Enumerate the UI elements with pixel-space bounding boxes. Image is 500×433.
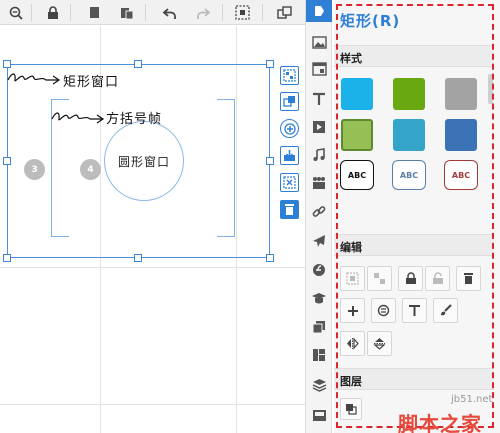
style-swatch[interactable] bbox=[390, 116, 428, 154]
inbox-tool-icon[interactable] bbox=[310, 406, 328, 424]
style-swatch[interactable]: ABC bbox=[338, 157, 376, 195]
style-swatch[interactable] bbox=[338, 75, 376, 113]
resize-handle-r[interactable] bbox=[266, 157, 274, 165]
lock-element-icon[interactable] bbox=[398, 266, 423, 291]
resize-handle-t[interactable] bbox=[134, 60, 142, 68]
image-tool-icon[interactable] bbox=[310, 33, 328, 51]
swatch-fill bbox=[445, 78, 477, 110]
brush-icon[interactable] bbox=[433, 298, 458, 323]
distribute-icon[interactable] bbox=[367, 266, 392, 291]
text-edit-icon[interactable] bbox=[402, 298, 427, 323]
delete-icon[interactable] bbox=[280, 200, 299, 219]
swatch-fill bbox=[341, 119, 373, 151]
import-icon[interactable] bbox=[280, 146, 299, 165]
layer-section-header[interactable]: 图层 bbox=[334, 368, 494, 390]
swatch-text-label: ABC bbox=[444, 160, 478, 190]
design-canvas[interactable]: 圆形窗口 3 4 矩形窗口 方括号帧 bbox=[0, 26, 305, 433]
rect-window-annotation: 矩形窗口 bbox=[63, 75, 120, 90]
lock-icon[interactable] bbox=[43, 3, 63, 22]
ungroup-icon[interactable] bbox=[280, 173, 299, 192]
people-tool-icon[interactable] bbox=[310, 174, 328, 192]
panel-scrollbar[interactable] bbox=[488, 74, 493, 104]
layers-tool-icon[interactable] bbox=[310, 376, 328, 394]
squiggle-arrow-icon bbox=[7, 73, 61, 85]
bracket-frame-right[interactable] bbox=[217, 99, 235, 237]
redo-icon[interactable] bbox=[193, 3, 213, 22]
top-toolbar bbox=[0, 0, 305, 25]
window-tool-icon[interactable] bbox=[310, 60, 328, 78]
style-swatch[interactable] bbox=[390, 75, 428, 113]
edit-section-header[interactable]: 编辑 bbox=[334, 234, 494, 256]
style-swatch[interactable] bbox=[442, 75, 480, 113]
shape-tool-icon[interactable] bbox=[306, 0, 332, 22]
edit-section-label: 编辑 bbox=[340, 241, 362, 254]
editor-window: 圆形窗口 3 4 矩形窗口 方括号帧 矩形(R) 样式 ABC ABC ABC … bbox=[0, 0, 500, 433]
undo-icon[interactable] bbox=[160, 3, 180, 22]
squiggle-arrow-icon bbox=[51, 112, 105, 124]
properties-panel: 矩形(R) 样式 ABC ABC ABC 编辑 图层 bbox=[334, 0, 500, 433]
layout-tool-icon[interactable] bbox=[310, 346, 328, 364]
text-tool-icon[interactable] bbox=[310, 90, 328, 108]
style-section-label: 样式 bbox=[340, 52, 362, 65]
resize-handle-l[interactable] bbox=[3, 157, 11, 165]
replace-icon[interactable] bbox=[371, 298, 396, 323]
video-tool-icon[interactable] bbox=[310, 118, 328, 136]
step-badge: 3 bbox=[24, 159, 45, 180]
paste-icon[interactable] bbox=[117, 3, 137, 22]
circle-window-label: 圆形窗口 bbox=[117, 154, 170, 169]
select-frame-icon[interactable] bbox=[232, 3, 252, 22]
flip-vertical-icon[interactable] bbox=[367, 331, 392, 356]
plane-tool-icon[interactable] bbox=[310, 232, 328, 250]
bracket-frame-annotation: 方括号帧 bbox=[106, 112, 163, 127]
style-swatch[interactable] bbox=[442, 116, 480, 154]
copy-icon[interactable] bbox=[84, 3, 104, 22]
style-section-header[interactable]: 样式 bbox=[334, 45, 494, 67]
resize-handle-tr[interactable] bbox=[266, 60, 274, 68]
style-swatch[interactable]: ABC bbox=[442, 157, 480, 195]
swatch-text-label: ABC bbox=[340, 160, 374, 190]
graduation-tool-icon[interactable] bbox=[310, 289, 328, 307]
swatch-fill bbox=[393, 119, 425, 151]
zoom-out-icon[interactable] bbox=[6, 3, 26, 22]
flash-tool-icon[interactable] bbox=[310, 261, 328, 279]
flip-horizontal-icon[interactable] bbox=[340, 331, 365, 356]
style-swatch[interactable] bbox=[338, 116, 376, 154]
layer-front-icon[interactable] bbox=[340, 398, 362, 420]
align-icon[interactable] bbox=[340, 266, 365, 291]
add-icon[interactable] bbox=[280, 119, 299, 138]
swatch-fill bbox=[341, 78, 373, 110]
pages-tool-icon[interactable] bbox=[310, 318, 328, 336]
resize-handle-tl[interactable] bbox=[3, 60, 11, 68]
arrange-icon[interactable] bbox=[274, 3, 294, 22]
music-tool-icon[interactable] bbox=[310, 146, 328, 164]
watermark-brand: 脚本之家 bbox=[398, 412, 482, 433]
arrange-front-icon[interactable] bbox=[280, 92, 299, 111]
add-element-icon[interactable] bbox=[340, 298, 365, 323]
group-icon[interactable] bbox=[280, 66, 299, 85]
swatch-fill bbox=[393, 78, 425, 110]
resize-handle-br[interactable] bbox=[266, 254, 274, 262]
layer-section-label: 图层 bbox=[340, 375, 362, 388]
swatch-text-label: ABC bbox=[392, 160, 426, 190]
swatch-fill bbox=[445, 119, 477, 151]
tool-rail bbox=[305, 0, 332, 433]
step-badge: 4 bbox=[80, 159, 101, 180]
unlock-element-icon[interactable] bbox=[425, 266, 450, 291]
panel-title: 矩形(R) bbox=[340, 12, 401, 30]
style-swatch[interactable]: ABC bbox=[390, 157, 428, 195]
resize-handle-b[interactable] bbox=[134, 254, 142, 262]
resize-handle-bl[interactable] bbox=[3, 254, 11, 262]
link-tool-icon[interactable] bbox=[310, 203, 328, 221]
delete-element-icon[interactable] bbox=[456, 266, 481, 291]
watermark-site: jb51.net bbox=[451, 394, 493, 405]
circle-window-shape[interactable]: 圆形窗口 bbox=[104, 121, 184, 201]
